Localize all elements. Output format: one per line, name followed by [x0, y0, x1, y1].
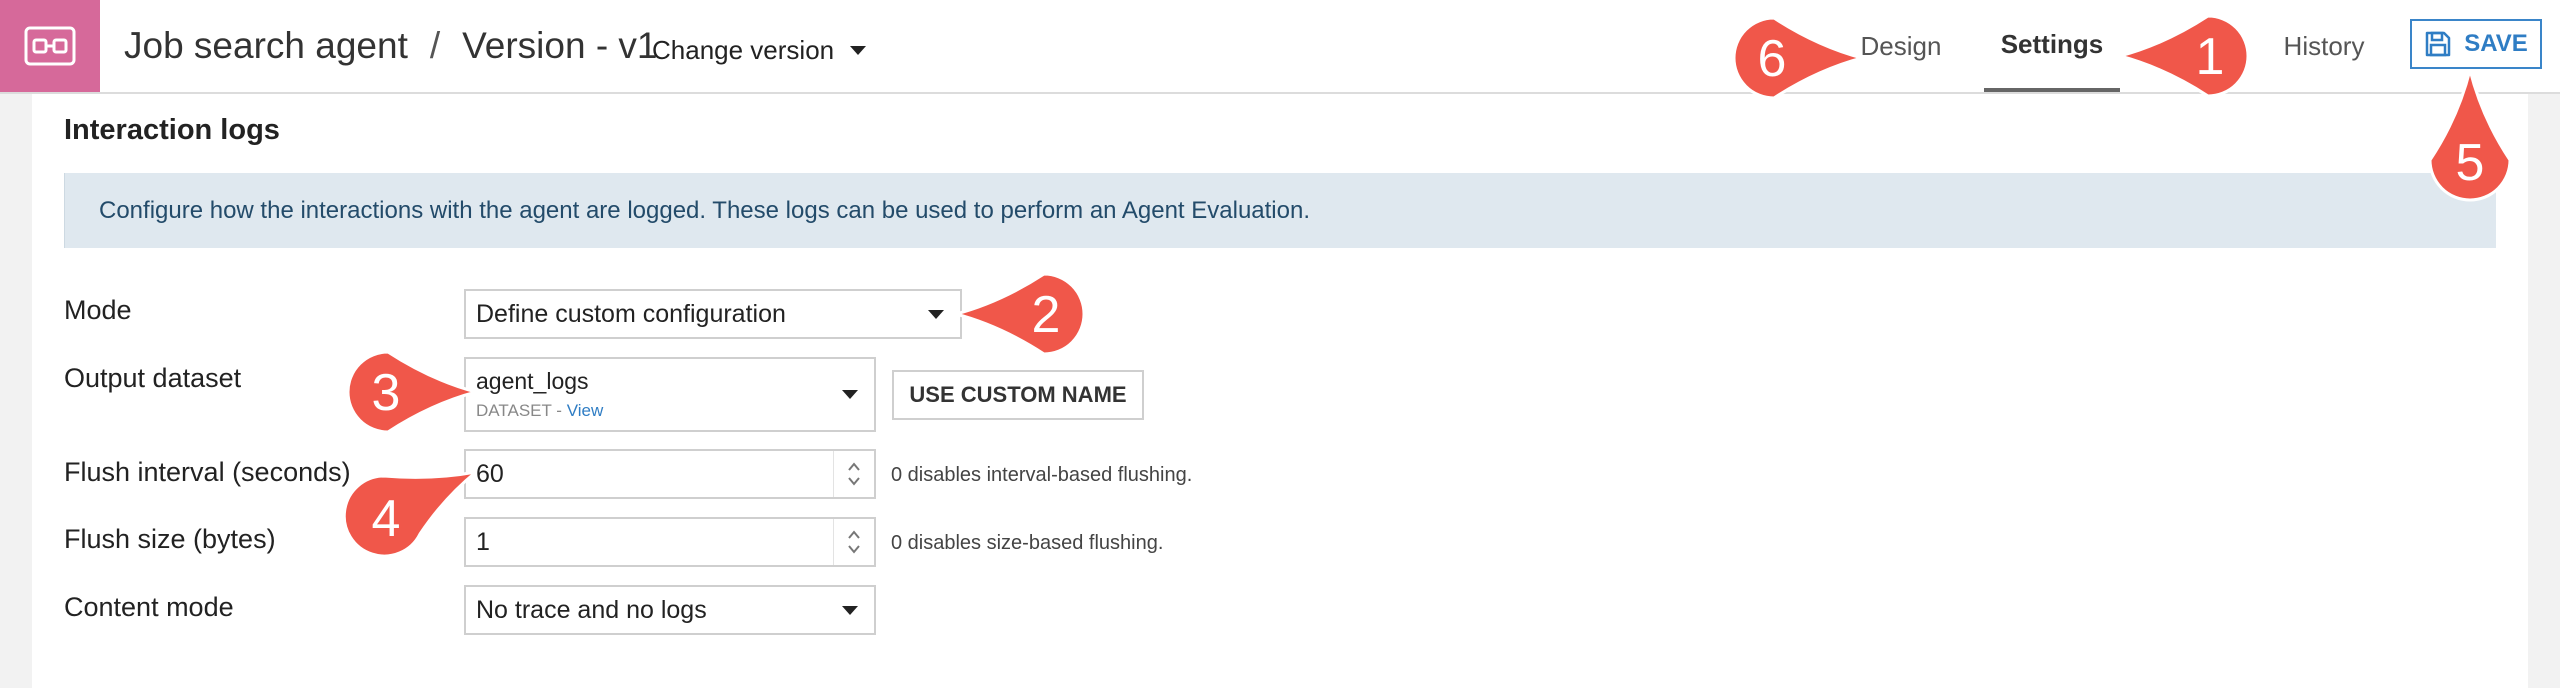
callout-5-number: 5: [2456, 134, 2485, 192]
flush-interval-stepper[interactable]: [833, 451, 874, 497]
chevron-down-icon: [928, 309, 944, 319]
stepper-arrows-icon: [848, 462, 860, 486]
output-dataset-value: agent_logs: [476, 368, 589, 394]
agent-app-icon[interactable]: [0, 0, 100, 92]
tab-settings-label: Settings: [2000, 28, 2104, 59]
chevron-down-icon: [842, 390, 858, 399]
breadcrumb-separator: /: [429, 25, 441, 66]
content-mode-select[interactable]: No trace and no logs: [464, 585, 876, 635]
annotation-callout-2: 2: [950, 272, 1086, 356]
change-version-dropdown[interactable]: Change version: [652, 28, 867, 72]
output-dataset-caret-wrap: [842, 359, 874, 430]
annotation-callout-4: 4: [342, 470, 477, 558]
output-dataset-content: agent_logs DATASET - View: [466, 359, 842, 430]
mode-value: Define custom configuration: [476, 299, 786, 328]
breadcrumb-agent-name[interactable]: Job search agent: [124, 25, 408, 67]
view-dataset-link[interactable]: View: [567, 401, 604, 420]
annotation-callout-5: 5: [2428, 69, 2512, 202]
save-label: SAVE: [2464, 30, 2528, 57]
flush-size-hint: 0 disables size-based flushing.: [891, 532, 1164, 554]
annotation-callout-6: 6: [1732, 16, 1868, 100]
content-mode-value: No trace and no logs: [476, 595, 707, 624]
annotation-callout-1: 1: [2114, 14, 2250, 98]
flush-size-value: 1: [476, 527, 490, 556]
flush-interval-input[interactable]: 60: [464, 449, 876, 499]
output-dataset-label: Output dataset: [64, 363, 242, 393]
dataset-type-label: DATASET: [476, 401, 552, 420]
flush-interval-hint: 0 disables interval-based flushing.: [891, 464, 1193, 486]
callout-2-number: 2: [1032, 286, 1061, 344]
use-custom-name-label: USE CUSTOM NAME: [909, 382, 1127, 407]
tab-design-label: Design: [1860, 30, 1942, 61]
callout-1-number: 1: [2196, 28, 2225, 86]
stepper-arrows-icon: [848, 530, 860, 554]
chevron-down-icon: [850, 45, 867, 55]
callout-6-number: 6: [1758, 30, 1787, 88]
flush-interval-value: 60: [476, 459, 504, 488]
info-banner-text: Configure how the interactions with the …: [99, 196, 1311, 224]
content-mode-label: Content mode: [64, 592, 234, 622]
agent-icon: [24, 26, 76, 66]
mode-select[interactable]: Define custom configuration: [464, 289, 962, 339]
change-version-label: Change version: [652, 34, 835, 65]
callout-3-number: 3: [372, 364, 401, 422]
tab-history-label: History: [2283, 30, 2365, 61]
annotation-callout-3: 3: [346, 350, 482, 434]
dataset-type-separator: -: [551, 401, 567, 420]
flush-size-input[interactable]: 1: [464, 517, 876, 567]
tab-settings[interactable]: Settings: [1984, 0, 2120, 92]
chevron-down-icon: [842, 605, 858, 615]
save-icon: [2425, 31, 2451, 57]
tab-history[interactable]: History: [2274, 0, 2374, 92]
output-dataset-select[interactable]: agent_logs DATASET - View: [464, 357, 876, 432]
flush-size-stepper[interactable]: [833, 519, 874, 565]
mode-label: Mode: [64, 295, 132, 325]
breadcrumb: Job search agent / Version - v1: [124, 20, 658, 72]
flush-size-label: Flush size (bytes): [64, 524, 276, 554]
output-dataset-type: DATASET - View: [476, 401, 842, 421]
flush-interval-label: Flush interval (seconds): [64, 457, 351, 487]
callout-4-number: 4: [372, 490, 401, 548]
section-title: Interaction logs: [64, 114, 280, 146]
info-banner: Configure how the interactions with the …: [64, 173, 2496, 248]
use-custom-name-button[interactable]: USE CUSTOM NAME: [892, 370, 1144, 420]
breadcrumb-version: Version - v1: [462, 25, 658, 66]
